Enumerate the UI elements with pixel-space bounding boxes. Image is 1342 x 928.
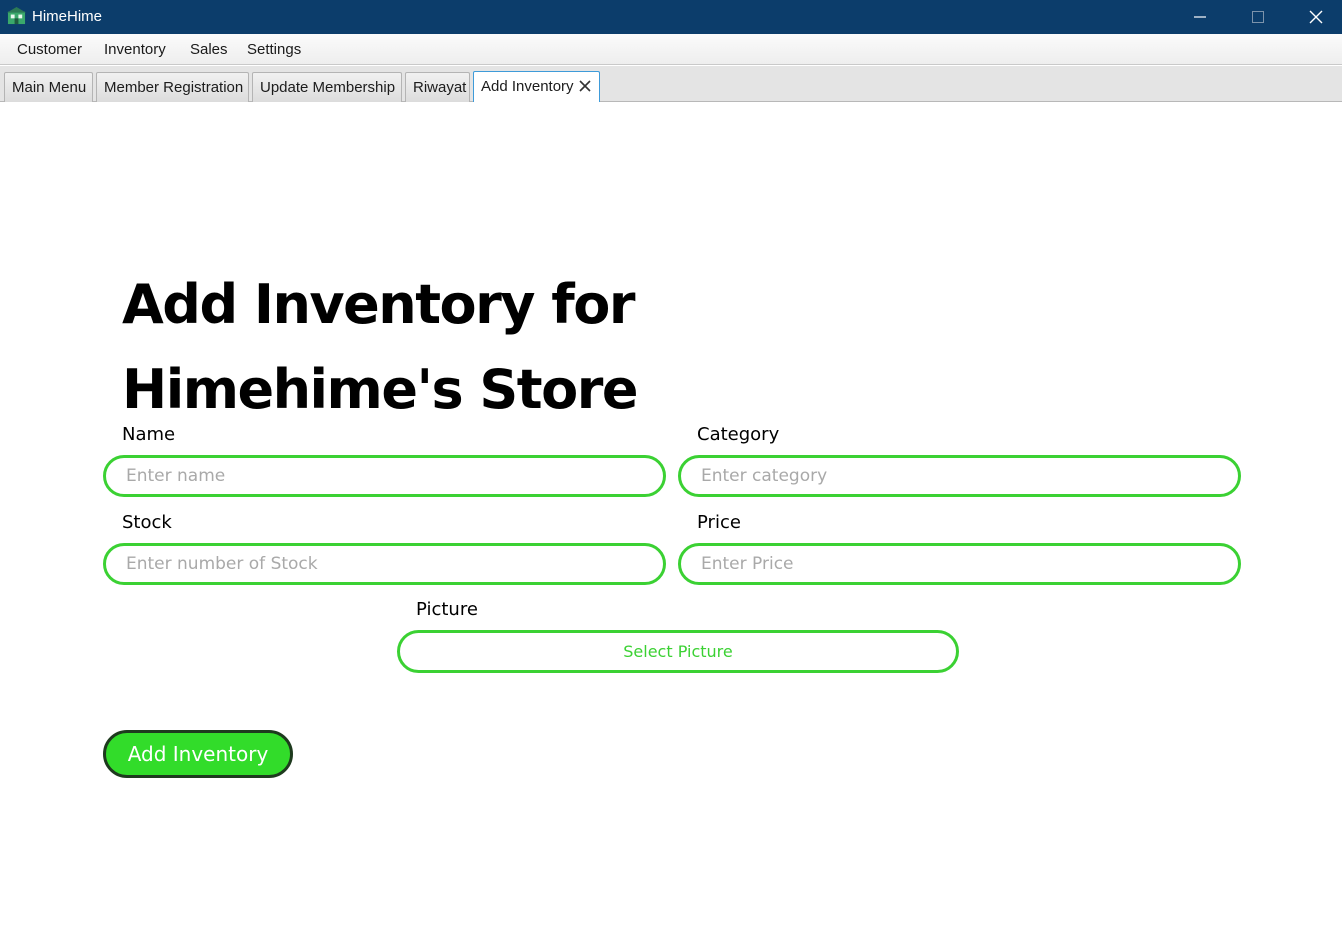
page-title: Add Inventory for Himehime's Store	[122, 262, 822, 432]
stock-input[interactable]	[103, 543, 666, 585]
menu-customer[interactable]: Customer	[17, 41, 82, 58]
tab-riwayat[interactable]: Riwayat	[405, 72, 470, 102]
page-title-line2: Himehime's Store	[122, 358, 638, 421]
tab-update-membership[interactable]: Update Membership	[252, 72, 402, 102]
store-icon	[7, 6, 26, 25]
name-input[interactable]	[103, 455, 666, 497]
close-tab-icon[interactable]	[579, 80, 591, 92]
add-inventory-page: Add Inventory for Himehime's Store Name …	[0, 102, 1342, 928]
window-title: HimeHime	[32, 8, 103, 25]
select-picture-button[interactable]: Select Picture	[397, 630, 959, 673]
minimize-icon	[1194, 16, 1206, 18]
tab-member-registration[interactable]: Member Registration	[96, 72, 249, 102]
menu-settings[interactable]: Settings	[247, 41, 301, 58]
menu-inventory[interactable]: Inventory	[104, 41, 166, 58]
close-window-button[interactable]	[1287, 0, 1342, 34]
tab-main-menu[interactable]: Main Menu	[4, 72, 93, 102]
page-title-line1: Add Inventory for	[122, 273, 635, 336]
price-input[interactable]	[678, 543, 1241, 585]
stock-label: Stock	[122, 512, 172, 533]
category-label: Category	[697, 424, 780, 445]
price-label: Price	[697, 512, 741, 533]
tab-add-inventory-label: Add Inventory	[481, 78, 574, 95]
menu-sales[interactable]: Sales	[190, 41, 228, 58]
tab-add-inventory[interactable]: Add Inventory	[473, 71, 600, 103]
tab-bar: Main Menu Member Registration Update Mem…	[0, 66, 1342, 103]
category-input[interactable]	[678, 455, 1241, 497]
add-inventory-button[interactable]: Add Inventory	[103, 730, 293, 778]
menu-bar: Customer Inventory Sales Settings	[0, 34, 1342, 65]
picture-label: Picture	[416, 599, 478, 620]
maximize-icon	[1252, 11, 1264, 23]
close-icon	[1309, 10, 1323, 24]
window-titlebar: HimeHime	[0, 0, 1342, 34]
maximize-button[interactable]	[1229, 0, 1287, 34]
name-label: Name	[122, 424, 176, 445]
minimize-button[interactable]	[1171, 0, 1229, 34]
